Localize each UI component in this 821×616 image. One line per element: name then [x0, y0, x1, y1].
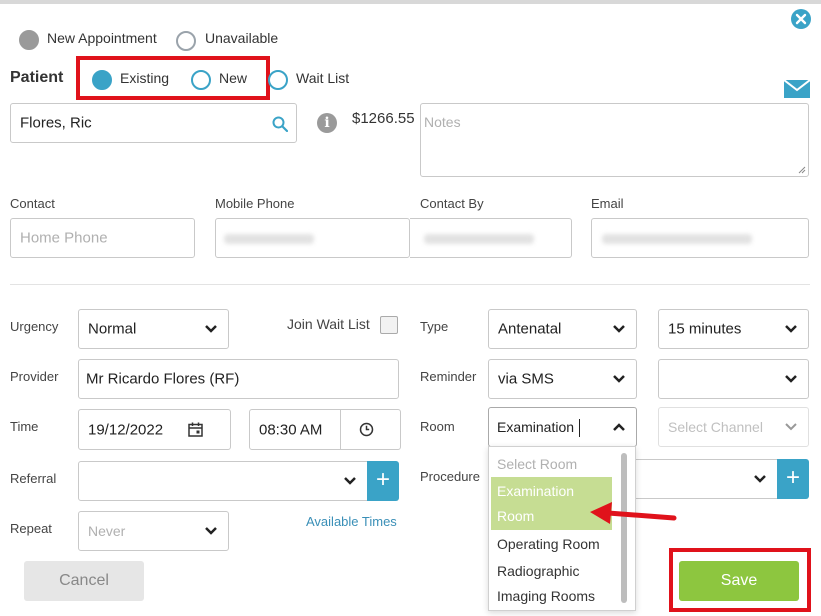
room-option-examination-line2: Room [497, 508, 535, 524]
email-input[interactable] [591, 218, 809, 258]
existing-label: Existing [120, 70, 170, 86]
chevron-down-icon [754, 475, 766, 483]
repeat-select[interactable]: Never [78, 511, 229, 551]
info-icon[interactable]: i [317, 113, 337, 133]
join-wait-list-label: Join Wait List [287, 316, 370, 332]
wait-list-label: Wait List [296, 70, 350, 86]
room-select[interactable]: Examination [488, 407, 637, 447]
urgency-label: Urgency [10, 319, 59, 334]
reminder-value: via SMS [498, 370, 554, 388]
mobile-phone-redacted [224, 234, 314, 244]
type-value: Antenatal [498, 320, 562, 338]
referral-select[interactable] [78, 461, 368, 501]
channel-select[interactable]: Select Channel [658, 407, 809, 447]
room-option-placeholder[interactable]: Select Room [489, 456, 619, 472]
new-patient-radio[interactable] [191, 70, 211, 90]
procedure-label: Procedure [420, 469, 480, 484]
search-icon[interactable] [272, 116, 288, 132]
chevron-down-icon [785, 325, 797, 333]
room-label: Room [420, 419, 455, 434]
chevron-down-icon [344, 477, 356, 485]
mobile-phone-input[interactable] [215, 218, 410, 258]
email-label: Email [591, 196, 624, 211]
balance-value: $1266.55 [352, 110, 415, 127]
chevron-down-icon [205, 527, 217, 535]
contact-by-select[interactable] [410, 218, 572, 258]
patient-label: Patient [10, 69, 64, 86]
time-label: Time [10, 419, 39, 434]
wait-list-radio[interactable] [268, 70, 288, 90]
calendar-icon[interactable] [188, 422, 203, 437]
urgency-select[interactable]: Normal [78, 309, 229, 349]
repeat-value: Never [88, 523, 126, 539]
urgency-value: Normal [88, 320, 137, 338]
room-value: Examination [497, 419, 575, 435]
repeat-label: Repeat [10, 521, 52, 536]
contact-by-redacted [424, 234, 534, 244]
window-top-strip [0, 0, 821, 4]
room-option-radiographic[interactable]: Radiographic [489, 563, 619, 579]
resize-handle-icon[interactable] [798, 166, 806, 174]
notes-textarea[interactable]: Notes [420, 103, 809, 177]
home-phone-placeholder: Home Phone [20, 229, 108, 247]
unavailable-radio[interactable] [176, 31, 196, 51]
new-patient-label: New [219, 70, 248, 86]
email-redacted [602, 234, 752, 244]
type-label: Type [420, 319, 449, 334]
clock-icon[interactable] [359, 422, 374, 437]
add-procedure-button[interactable]: + [777, 459, 809, 499]
chevron-down-icon [613, 375, 625, 383]
save-button[interactable]: Save [679, 561, 799, 601]
type-select[interactable]: Antenatal [488, 309, 637, 349]
time-input[interactable]: 08:30 AM [249, 409, 401, 450]
chevron-down-icon [785, 375, 797, 383]
red-arrow-icon [590, 502, 677, 524]
section-divider [10, 284, 810, 285]
text-cursor [579, 419, 580, 437]
room-option-operating-room[interactable]: Operating Room [489, 536, 619, 552]
time-value: 08:30 AM [259, 421, 323, 438]
provider-input[interactable]: Mr Ricardo Flores (RF) [78, 359, 399, 399]
provider-value: Mr Ricardo Flores (RF) [86, 370, 240, 388]
patient-name-value: Flores, Ric [20, 114, 92, 132]
time-divider [340, 410, 341, 449]
contact-label: Contact [10, 196, 55, 211]
reminder-channel-select[interactable] [658, 359, 809, 399]
unavailable-label: Unavailable [205, 30, 279, 46]
cancel-button[interactable]: Cancel [24, 561, 144, 601]
date-value: 19/12/2022 [88, 421, 164, 438]
referral-label: Referral [10, 471, 57, 486]
reminder-select[interactable]: via SMS [488, 359, 637, 399]
date-input[interactable]: 19/12/2022 [78, 409, 231, 450]
mail-icon[interactable] [783, 79, 811, 98]
chevron-down-icon [613, 325, 625, 333]
room-option-examination-line1: Examination [497, 483, 575, 499]
reminder-label: Reminder [420, 369, 477, 384]
join-wait-list-checkbox[interactable] [380, 316, 398, 334]
chevron-down-icon [785, 423, 797, 431]
existing-radio[interactable] [92, 70, 112, 90]
home-phone-input[interactable]: Home Phone [10, 218, 195, 258]
patient-search-input[interactable]: Flores, Ric [10, 103, 297, 143]
channel-placeholder: Select Channel [668, 419, 763, 435]
procedure-select[interactable] [636, 459, 778, 499]
duration-value: 15 minutes [668, 320, 742, 338]
contact-by-label: Contact By [420, 196, 484, 211]
notes-placeholder: Notes [424, 114, 461, 130]
new-appointment-label: New Appointment [47, 30, 157, 46]
chevron-down-icon [205, 325, 217, 333]
provider-label: Provider [10, 369, 59, 384]
room-option-imaging-rooms[interactable]: Imaging Rooms [489, 588, 619, 604]
new-appointment-radio[interactable] [19, 30, 39, 50]
add-referral-button[interactable]: + [367, 461, 399, 501]
chevron-up-icon [613, 423, 625, 431]
available-times-link[interactable]: Available Times [306, 514, 397, 529]
duration-select[interactable]: 15 minutes [658, 309, 809, 349]
close-icon[interactable] [791, 9, 811, 29]
mobile-phone-label: Mobile Phone [215, 196, 295, 211]
